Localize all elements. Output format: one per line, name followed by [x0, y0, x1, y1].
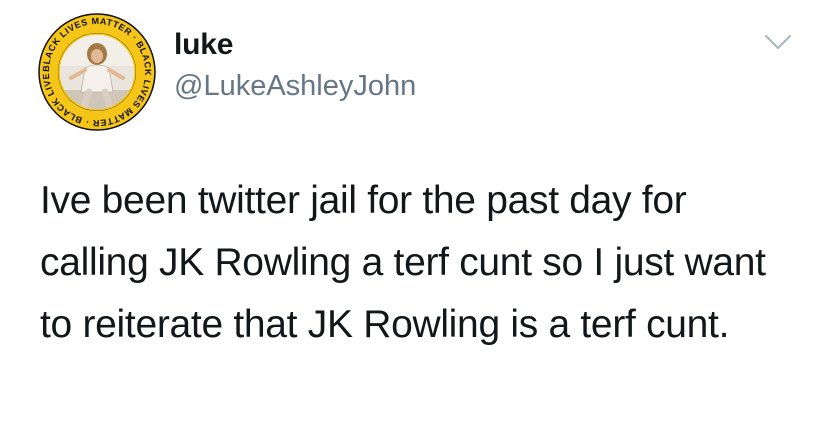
avatar-image: BLACK LIVES MATTER · BLACK LIVES MATTER … — [37, 12, 156, 131]
chevron-down-icon[interactable] — [762, 30, 794, 54]
tweet-text: Ive been twitter jail for the past day f… — [40, 179, 766, 346]
user-handle[interactable]: @LukeAshleyJohn — [174, 69, 416, 103]
avatar[interactable]: BLACK LIVES MATTER · BLACK LIVES MATTER … — [37, 12, 157, 132]
display-name[interactable]: luke — [174, 28, 233, 62]
tweet-card: BLACK LIVES MATTER · BLACK LIVES MATTER … — [0, 0, 814, 440]
